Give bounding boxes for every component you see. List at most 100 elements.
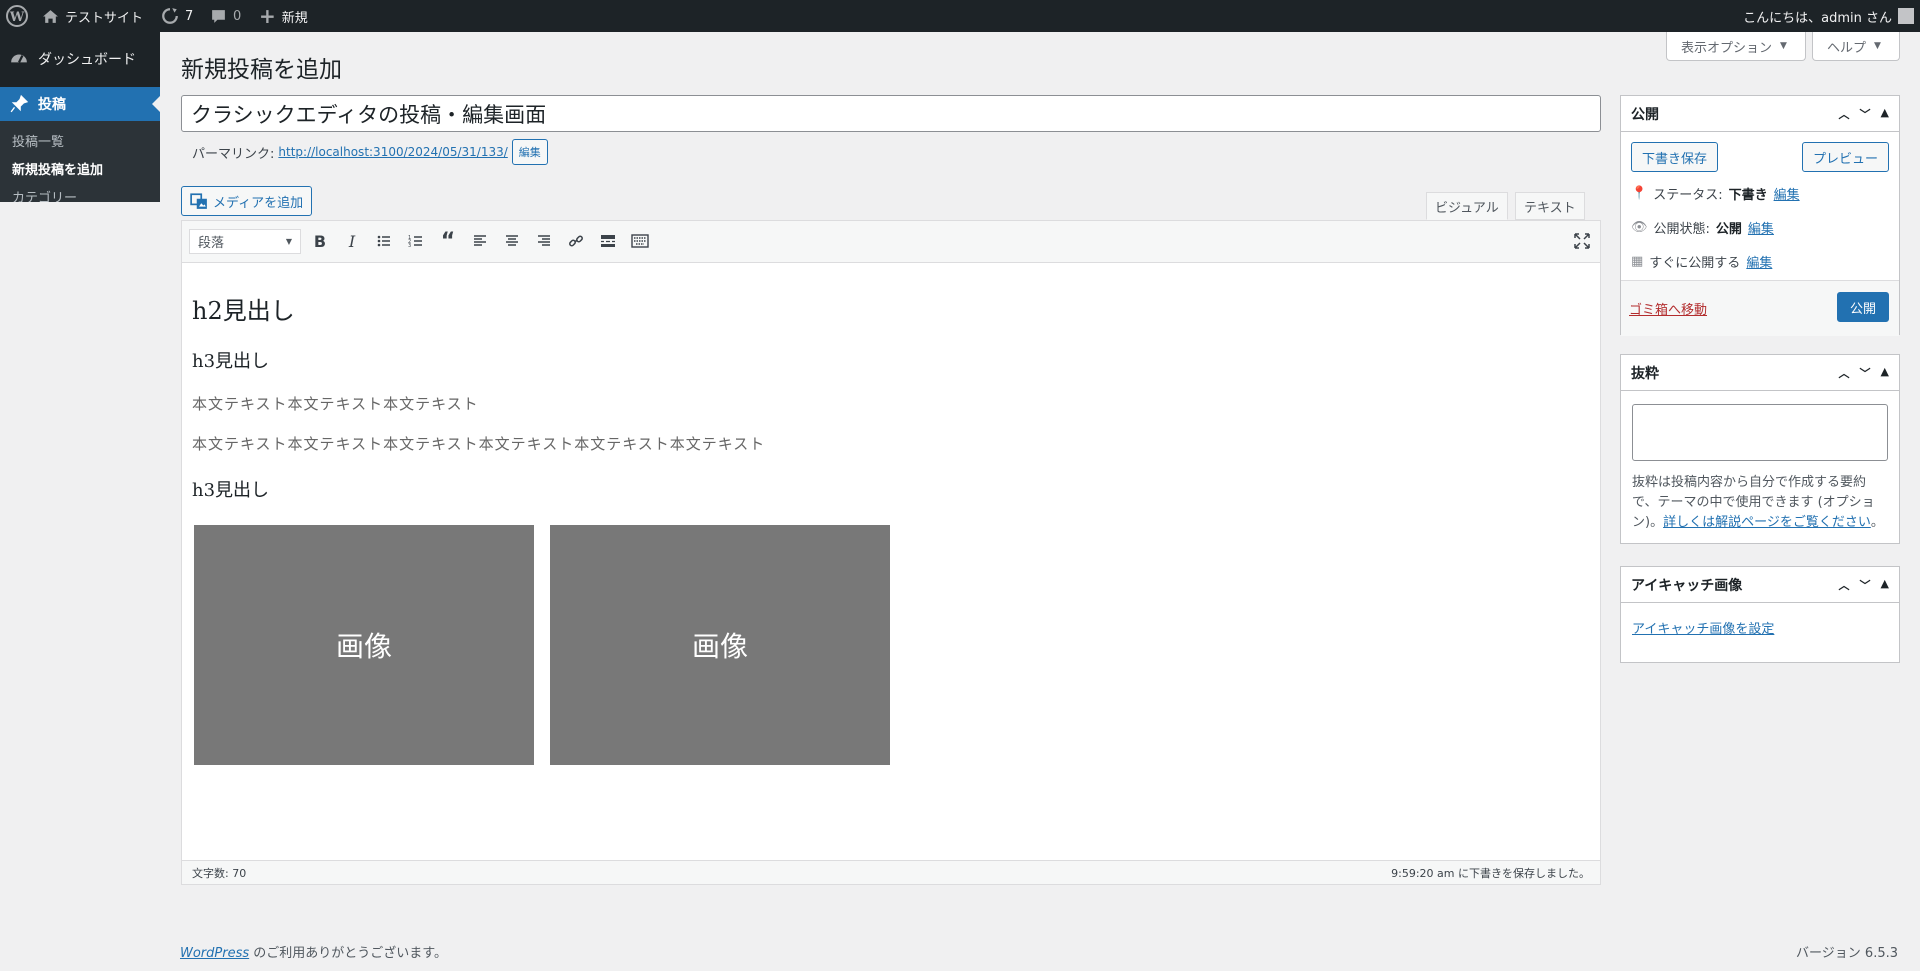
chevron-up-icon[interactable]: ︿	[1839, 365, 1850, 381]
content-heading-h2: h2見出し	[192, 297, 295, 325]
footer-thanks-text: のご利用ありがとうございます。	[249, 946, 447, 961]
visibility-row: 👁 公開状態: 公開 編集	[1631, 218, 1774, 237]
updates-link[interactable]: 7	[161, 0, 193, 32]
my-account-link[interactable]: こんにちは、admin さん	[1743, 0, 1914, 32]
content-heading-h3: h3見出し	[192, 351, 270, 372]
help-label: ヘルプ	[1827, 40, 1867, 56]
visibility-edit-link[interactable]: 編集	[1748, 218, 1774, 237]
chevron-down-icon[interactable]: ﹀	[1860, 365, 1871, 381]
status-label: ステータス:	[1653, 188, 1723, 203]
wordpress-link[interactable]: WordPress	[180, 946, 249, 961]
editor-toolbar: 段落 ▼ B I 123 “	[182, 221, 1600, 263]
screen-options-button[interactable]: 表示オプション ▼	[1666, 32, 1806, 61]
comments-link[interactable]: 0	[210, 0, 241, 32]
align-right-icon[interactable]	[534, 231, 554, 251]
new-content-link[interactable]: + 新規	[259, 0, 308, 32]
menu-item-posts[interactable]: 投稿	[0, 87, 160, 121]
chevron-down-icon[interactable]: ﹀	[1860, 106, 1871, 122]
calendar-icon: ▦	[1631, 254, 1644, 269]
status-edit-link[interactable]: 編集	[1774, 184, 1800, 203]
submenu-add-new[interactable]: 新規投稿を追加	[0, 154, 160, 182]
featured-image-box-title: アイキャッチ画像	[1631, 577, 1743, 594]
bullet-list-icon[interactable]	[374, 231, 394, 251]
toggle-panel-icon[interactable]: ▲	[1881, 577, 1889, 593]
schedule-row: ▦ すぐに公開する 編集	[1631, 252, 1772, 271]
publish-button[interactable]: 公開	[1836, 292, 1889, 322]
permalink-url[interactable]: http://localhost:3100/2024/05/31/133/	[278, 145, 507, 159]
post-title-value: クラシックエディタの投稿・編集画面	[191, 102, 547, 127]
caret-down-icon: ▼	[1780, 41, 1787, 51]
editor-status-bar: 文字数: 70 9:59:20 am に下書きを保存しました。	[182, 860, 1600, 884]
toggle-panel-icon[interactable]: ▲	[1881, 365, 1889, 381]
chevron-up-icon[interactable]: ︿	[1839, 106, 1850, 122]
submenu-categories[interactable]: カテゴリー	[0, 182, 160, 203]
publish-box: 公開 ︿ ﹀ ▲ 下書き保存 プレビュー 📍 ステータス: 下書き 編集 👁 公…	[1620, 95, 1900, 336]
excerpt-textarea[interactable]	[1632, 404, 1888, 461]
align-left-icon[interactable]	[470, 231, 490, 251]
status-value: 下書き	[1728, 188, 1768, 203]
numbered-list-icon[interactable]: 123	[406, 231, 426, 251]
permalink-edit-button[interactable]: 編集	[511, 139, 548, 165]
menu-label-dashboard: ダッシュボード	[38, 52, 136, 68]
toggle-panel-icon[interactable]: ▲	[1881, 106, 1889, 122]
publish-box-header: 公開 ︿ ﹀ ▲	[1621, 96, 1899, 132]
schedule-edit-link[interactable]: 編集	[1746, 252, 1772, 271]
greeting: こんにちは、admin さん	[1743, 10, 1892, 26]
menu-item-dashboard[interactable]: ダッシュボード	[0, 42, 160, 76]
plus-icon: +	[259, 4, 276, 28]
add-media-button[interactable]: メディアを追加	[181, 186, 313, 216]
post-title-input[interactable]: クラシックエディタの投稿・編集画面	[181, 95, 1601, 132]
menu-label-posts: 投稿	[38, 97, 66, 113]
media-icon	[190, 193, 207, 209]
home-icon	[43, 9, 58, 23]
submenu-all-posts[interactable]: 投稿一覧	[0, 126, 160, 154]
tab-visual[interactable]: ビジュアル	[1426, 192, 1508, 220]
footer-thanks: WordPress のご利用ありがとうございます。	[180, 942, 447, 961]
content-heading-h3: h3見出し	[192, 480, 270, 501]
footer-version: バージョン 6.5.3	[1796, 946, 1898, 961]
wordpress-logo-icon[interactable]: W	[6, 0, 28, 32]
screen-options-label: 表示オプション	[1681, 40, 1773, 56]
format-select[interactable]: 段落 ▼	[189, 229, 301, 254]
excerpt-box-header: 抜粋 ︿ ﹀ ▲	[1621, 355, 1899, 391]
new-label: 新規	[281, 10, 308, 26]
trash-link[interactable]: ゴミ箱へ移動	[1629, 299, 1707, 318]
help-button[interactable]: ヘルプ ▼	[1812, 32, 1900, 61]
align-center-icon[interactable]	[502, 231, 522, 251]
eye-icon: 👁	[1631, 220, 1648, 235]
comment-icon	[212, 9, 225, 23]
caret-down-icon: ▼	[285, 237, 292, 246]
bold-icon[interactable]: B	[310, 231, 330, 251]
pin-icon	[10, 95, 28, 113]
site-name-link[interactable]: テストサイト	[42, 0, 143, 32]
fullscreen-icon[interactable]	[1572, 231, 1592, 251]
comments-count: 0	[233, 8, 242, 24]
tab-text[interactable]: テキスト	[1515, 192, 1585, 220]
permalink-row: パーマリンク: http://localhost:3100/2024/05/31…	[192, 139, 548, 165]
excerpt-help-end: 。	[1870, 515, 1884, 530]
permalink-label: パーマリンク:	[192, 146, 275, 162]
link-icon[interactable]	[566, 231, 586, 251]
content-image[interactable]: 画像	[550, 525, 890, 765]
featured-image-box-header: アイキャッチ画像 ︿ ﹀ ▲	[1621, 567, 1899, 603]
set-featured-image-link[interactable]: アイキャッチ画像を設定	[1632, 618, 1774, 637]
blockquote-icon[interactable]: “	[438, 229, 458, 254]
preview-button[interactable]: プレビュー	[1801, 142, 1889, 172]
excerpt-box-title: 抜粋	[1631, 365, 1659, 382]
dashboard-icon	[11, 54, 27, 63]
excerpt-help-link[interactable]: 詳しくは解説ページをご覧ください	[1663, 515, 1871, 530]
posts-submenu: 投稿一覧 新規投稿を追加 カテゴリー	[0, 121, 160, 202]
admin-menu: ダッシュボード 投稿 投稿一覧 新規投稿を追加 カテゴリー	[0, 32, 160, 202]
chevron-up-icon[interactable]: ︿	[1839, 577, 1850, 593]
chevron-down-icon[interactable]: ﹀	[1860, 577, 1871, 593]
italic-icon[interactable]: I	[342, 231, 362, 251]
content-image[interactable]: 画像	[194, 525, 534, 765]
content-paragraph: 本文テキスト本文テキスト本文テキスト本文テキスト本文テキスト本文テキスト	[192, 435, 766, 453]
svg-text:W: W	[9, 10, 25, 25]
read-more-icon[interactable]	[598, 231, 618, 251]
editor: 段落 ▼ B I 123 “ h2見出し h3見出し 本文テキスト本文テキスト本…	[181, 220, 1601, 885]
autosave-message: 9:59:20 am に下書きを保存しました。	[1391, 866, 1590, 880]
save-draft-button[interactable]: 下書き保存	[1631, 142, 1719, 172]
svg-text:3: 3	[408, 243, 411, 249]
toolbar-toggle-icon[interactable]	[630, 231, 650, 251]
